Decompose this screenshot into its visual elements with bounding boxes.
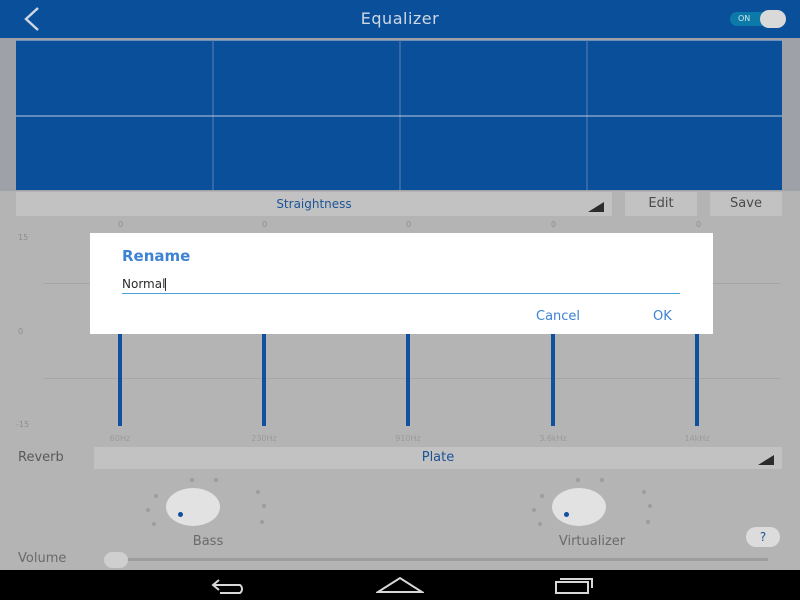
bass-knob-indicator bbox=[178, 512, 183, 517]
input-underline bbox=[122, 293, 680, 294]
reverb-select[interactable]: Plate bbox=[94, 447, 782, 469]
band-frequency-1: 60Hz bbox=[109, 434, 131, 443]
bass-knob[interactable] bbox=[140, 478, 270, 536]
eq-response-graph bbox=[16, 40, 782, 190]
band-gain-4: 0 bbox=[551, 220, 557, 229]
nav-home-icon[interactable] bbox=[376, 576, 424, 594]
db-tick-top: 15 bbox=[18, 233, 29, 242]
band-gain-5: 0 bbox=[696, 220, 702, 229]
band-gain-2: 0 bbox=[262, 220, 268, 229]
nav-recents-icon[interactable] bbox=[548, 576, 596, 594]
virtualizer-knob[interactable] bbox=[526, 478, 656, 536]
eq-gridline bbox=[44, 378, 780, 379]
edit-button[interactable]: Edit bbox=[625, 192, 697, 216]
bass-knob-dial[interactable] bbox=[166, 488, 220, 526]
volume-slider-track[interactable] bbox=[118, 558, 768, 561]
power-toggle[interactable]: ON bbox=[730, 10, 786, 28]
bass-label: Bass bbox=[192, 534, 224, 549]
system-nav-bar bbox=[0, 570, 800, 600]
nav-back-icon[interactable] bbox=[206, 576, 252, 594]
ok-button[interactable]: OK bbox=[653, 309, 672, 324]
eq-slider-3-6khz[interactable] bbox=[551, 334, 555, 426]
help-button[interactable]: ? bbox=[746, 527, 780, 547]
reverb-value: Plate bbox=[421, 450, 455, 465]
eq-slider-60hz[interactable] bbox=[118, 334, 122, 426]
cancel-button[interactable]: Cancel bbox=[536, 309, 580, 324]
db-tick-middle: 0 bbox=[18, 327, 24, 336]
power-toggle-label: ON bbox=[738, 14, 751, 23]
band-gain-1: 0 bbox=[118, 220, 124, 229]
band-frequency-3: 910Hz bbox=[395, 434, 421, 443]
virtualizer-label: Virtualizer bbox=[558, 534, 626, 549]
reverb-label: Reverb bbox=[18, 450, 64, 465]
save-button[interactable]: Save bbox=[710, 192, 782, 216]
rename-input-value: Normal bbox=[122, 277, 166, 291]
band-gain-3: 0 bbox=[406, 220, 412, 229]
page-title: Equalizer bbox=[360, 9, 440, 28]
volume-slider-thumb[interactable] bbox=[104, 552, 128, 568]
dropdown-corner-icon bbox=[588, 202, 604, 212]
band-frequency-4: 3.6kHz bbox=[539, 434, 567, 443]
band-frequency-2: 230Hz bbox=[251, 434, 277, 443]
preset-select[interactable]: Straightness bbox=[16, 192, 612, 216]
eq-slider-910hz[interactable] bbox=[406, 334, 410, 426]
back-arrow-icon[interactable] bbox=[18, 4, 48, 34]
rename-dialog: Rename Normal Cancel OK bbox=[90, 233, 713, 334]
virtualizer-knob-dial[interactable] bbox=[552, 488, 606, 526]
text-cursor bbox=[165, 278, 167, 291]
virtualizer-knob-indicator bbox=[564, 512, 569, 517]
eq-slider-14khz[interactable] bbox=[695, 334, 699, 426]
rename-input[interactable]: Normal bbox=[122, 275, 680, 293]
dialog-title: Rename bbox=[122, 247, 191, 265]
preset-label: Straightness bbox=[276, 197, 352, 211]
band-frequency-5: 14kHz bbox=[684, 434, 710, 443]
db-tick-bottom: -15 bbox=[16, 420, 30, 429]
eq-slider-230hz[interactable] bbox=[262, 334, 266, 426]
dropdown-corner-icon bbox=[758, 455, 774, 465]
volume-label: Volume bbox=[18, 551, 67, 566]
